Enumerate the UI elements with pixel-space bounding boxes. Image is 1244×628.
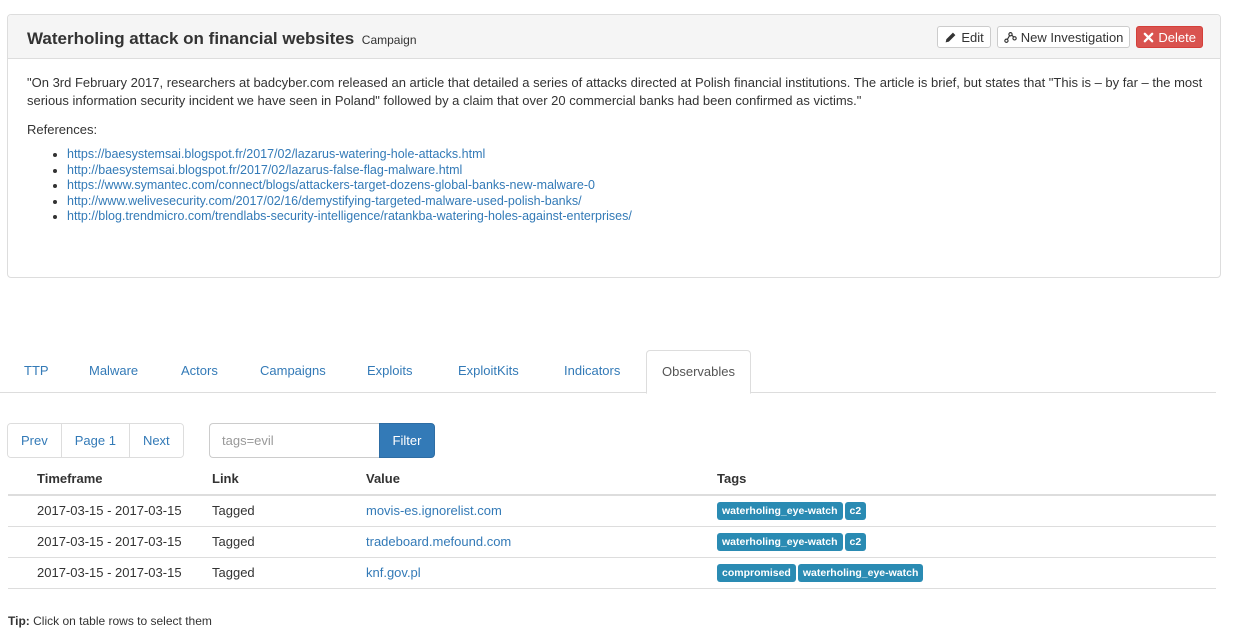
tip-label: Tip: [8, 614, 30, 628]
pagination: Prev Page 1 Next [7, 423, 184, 458]
tag-badge[interactable]: waterholing_eye-watch [717, 501, 843, 520]
observables-table: Timeframe Link Value Tags 2017-03-15 - 2… [8, 462, 1216, 589]
column-header-timeframe[interactable]: Timeframe [8, 462, 204, 496]
table-row[interactable]: 2017-03-15 - 2017-03-15 Tagged knf.gov.p… [8, 557, 1216, 589]
tab-malware[interactable]: Malware [79, 350, 148, 393]
tag-badge[interactable]: c2 [844, 501, 867, 520]
reference-item: https://www.symantec.com/connect/blogs/a… [67, 178, 1204, 194]
reference-item: https://baesystemsai.blogspot.fr/2017/02… [67, 147, 1204, 163]
edit-button-label: Edit [961, 29, 984, 45]
page-title: Waterholing attack on financial websites… [27, 29, 417, 49]
campaign-description: "On 3rd February 2017, researchers at ba… [27, 75, 1203, 108]
reference-link[interactable]: https://baesystemsai.blogspot.fr/2017/02… [67, 147, 485, 161]
tag-badge[interactable]: waterholing_eye-watch [797, 563, 924, 582]
next-page-button[interactable]: Next [129, 424, 183, 457]
reference-link[interactable]: https://www.symantec.com/connect/blogs/a… [67, 178, 595, 192]
close-icon [1144, 32, 1154, 42]
tab-campaigns[interactable]: Campaigns [250, 350, 336, 393]
column-header-tags[interactable]: Tags [715, 462, 1216, 496]
campaign-type-label: Campaign [361, 33, 417, 47]
filter-input[interactable] [209, 423, 379, 458]
tags-cell: waterholing_eye-watch c2 [715, 526, 1216, 558]
references-label: References: [27, 122, 98, 137]
new-investigation-button[interactable]: New Investigation [996, 26, 1131, 48]
table-row[interactable]: 2017-03-15 - 2017-03-15 Tagged movis-es.… [8, 495, 1216, 527]
graph-icon [1004, 31, 1017, 43]
tab-actors[interactable]: Actors [171, 350, 228, 393]
timeframe-cell: 2017-03-15 - 2017-03-15 [8, 526, 204, 558]
panel-heading: Waterholing attack on financial websites… [8, 15, 1220, 59]
campaign-panel: Waterholing attack on financial websites… [7, 14, 1221, 278]
reference-item: http://www.welivesecurity.com/2017/02/16… [67, 194, 1204, 210]
timeframe-cell: 2017-03-15 - 2017-03-15 [8, 557, 204, 589]
reference-item: http://baesystemsai.blogspot.fr/2017/02/… [67, 163, 1204, 179]
tab-exploits[interactable]: Exploits [357, 350, 423, 393]
new-investigation-label: New Investigation [1020, 29, 1124, 45]
value-cell: tradeboard.mefound.com [358, 526, 715, 558]
tab-bar: TTP Malware Actors Campaigns Exploits Ex… [0, 350, 1216, 394]
tab-indicators[interactable]: Indicators [554, 350, 630, 393]
tag-badge[interactable]: c2 [844, 532, 867, 551]
column-header-value[interactable]: Value [358, 462, 715, 496]
tip-text: Tip: Click on table rows to select them [8, 614, 212, 628]
tab-observables[interactable]: Observables [646, 350, 751, 394]
reference-link[interactable]: http://baesystemsai.blogspot.fr/2017/02/… [67, 163, 462, 177]
panel-body: "On 3rd February 2017, researchers at ba… [8, 59, 1220, 225]
campaign-title: Waterholing attack on financial websites [27, 29, 355, 48]
current-page-button[interactable]: Page 1 [61, 424, 130, 457]
tags-cell: waterholing_eye-watch c2 [715, 495, 1216, 527]
value-cell: knf.gov.pl [358, 557, 715, 589]
tag-badge[interactable]: compromised [717, 563, 796, 582]
reference-item: http://blog.trendmicro.com/trendlabs-sec… [67, 209, 1204, 225]
tab-ttp[interactable]: TTP [14, 350, 59, 393]
tags-cell: compromised waterholing_eye-watch [715, 557, 1216, 589]
observable-link[interactable]: knf.gov.pl [366, 565, 421, 580]
filter-form: Filter [209, 423, 435, 458]
table-header-row: Timeframe Link Value Tags [8, 462, 1216, 496]
pencil-icon [946, 32, 956, 42]
timeframe-cell: 2017-03-15 - 2017-03-15 [8, 495, 204, 527]
tip-message: Click on table rows to select them [33, 614, 212, 628]
link-cell: Tagged [204, 495, 358, 527]
edit-button[interactable]: Edit [937, 26, 991, 48]
prev-page-button[interactable]: Prev [8, 424, 62, 457]
observable-link[interactable]: tradeboard.mefound.com [366, 534, 511, 549]
delete-button-label: Delete [1158, 29, 1196, 45]
link-cell: Tagged [204, 526, 358, 558]
delete-button[interactable]: Delete [1136, 26, 1203, 48]
tab-exploitkits[interactable]: ExploitKits [448, 350, 529, 393]
link-cell: Tagged [204, 557, 358, 589]
filter-button[interactable]: Filter [379, 423, 435, 458]
column-header-link[interactable]: Link [204, 462, 358, 496]
reference-link[interactable]: http://www.welivesecurity.com/2017/02/16… [67, 194, 582, 208]
tag-badge[interactable]: waterholing_eye-watch [717, 532, 843, 551]
reference-link[interactable]: http://blog.trendmicro.com/trendlabs-sec… [67, 209, 632, 223]
table-row[interactable]: 2017-03-15 - 2017-03-15 Tagged tradeboar… [8, 526, 1216, 558]
header-actions: Edit New Investigation Delete [937, 26, 1203, 48]
references-list: https://baesystemsai.blogspot.fr/2017/02… [27, 147, 1204, 225]
observable-link[interactable]: movis-es.ignorelist.com [366, 503, 502, 518]
value-cell: movis-es.ignorelist.com [358, 495, 715, 527]
